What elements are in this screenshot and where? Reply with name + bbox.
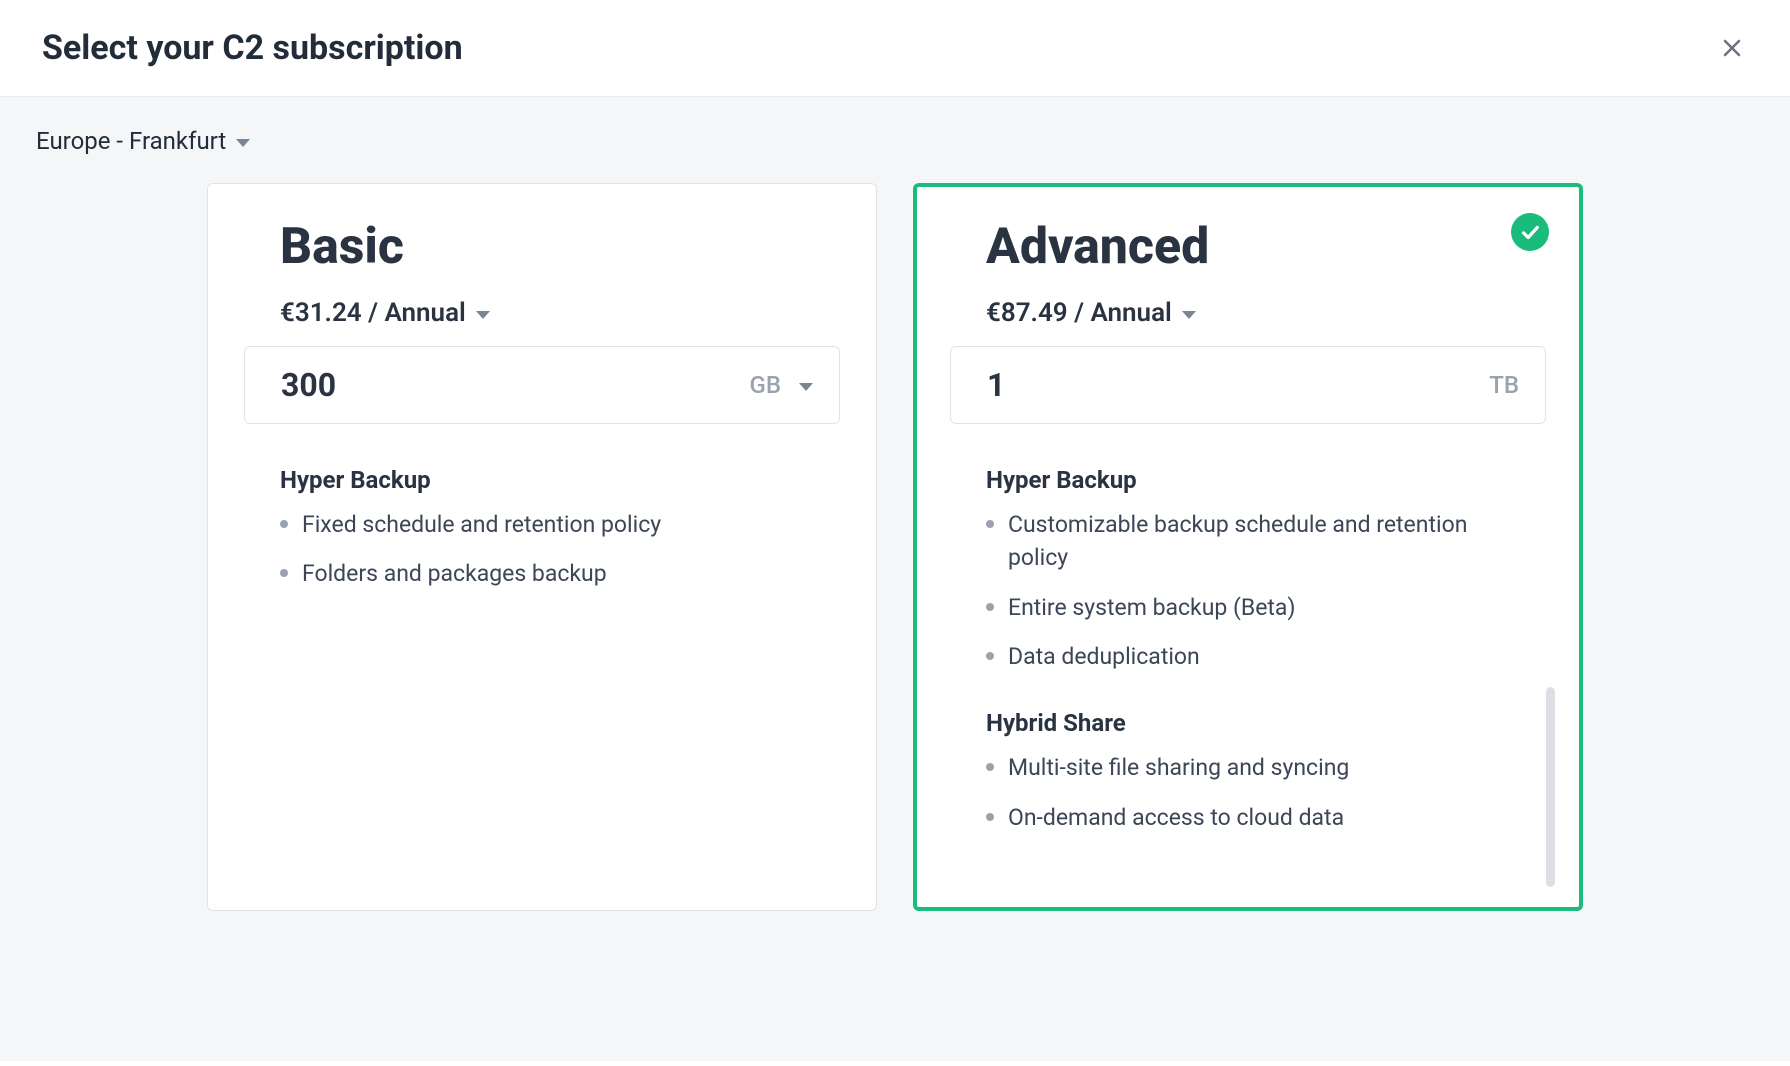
feature-item: On-demand access to cloud data: [986, 801, 1516, 834]
features-list: Hyper Backup Fixed schedule and retentio…: [280, 460, 840, 886]
close-icon: [1720, 36, 1744, 60]
scrollbar[interactable]: [1546, 687, 1555, 887]
feature-section: Hybrid Share Multi-site file sharing and…: [986, 709, 1516, 834]
feature-section-title: Hyper Backup: [280, 466, 810, 494]
storage-unit-label: GB: [750, 371, 782, 399]
price-label: €87.49 / Annual: [986, 298, 1172, 328]
feature-item: Entire system backup (Beta): [986, 591, 1516, 624]
bullet-icon: [280, 569, 288, 577]
feature-item: Fixed schedule and retention policy: [280, 508, 810, 541]
storage-size-field[interactable]: 300 GB: [244, 346, 840, 424]
bullet-icon: [280, 520, 288, 528]
bullet-icon: [986, 652, 994, 660]
region-selector[interactable]: Europe - Frankfurt: [36, 127, 250, 155]
feature-section-title: Hyper Backup: [986, 466, 1516, 494]
storage-size-value: 300: [281, 366, 336, 404]
storage-size-field[interactable]: 1 TB: [950, 346, 1546, 424]
feature-item: Customizable backup schedule and retenti…: [986, 508, 1516, 575]
plan-card-basic[interactable]: Basic €31.24 / Annual 300 GB Hyper Backu…: [207, 183, 877, 911]
plan-card-advanced[interactable]: Advanced €87.49 / Annual 1 TB Hyper Back…: [913, 183, 1583, 911]
bullet-icon: [986, 813, 994, 821]
feature-section: Hyper Backup Fixed schedule and retentio…: [280, 466, 810, 591]
page-title: Select your C2 subscription: [42, 28, 463, 68]
price-selector[interactable]: €87.49 / Annual: [986, 298, 1546, 328]
close-button[interactable]: [1716, 32, 1748, 64]
modal-body: Europe - Frankfurt Basic €31.24 / Annual…: [0, 97, 1790, 1061]
storage-size-value: 1: [987, 366, 1005, 404]
plan-name: Basic: [280, 218, 840, 276]
feature-section: Hyper Backup Customizable backup schedul…: [986, 466, 1516, 673]
plans-row: Basic €31.24 / Annual 300 GB Hyper Backu…: [36, 183, 1754, 911]
bullet-icon: [986, 520, 994, 528]
price-label: €31.24 / Annual: [280, 298, 466, 328]
feature-item: Folders and packages backup: [280, 557, 810, 590]
bullet-icon: [986, 603, 994, 611]
plan-name: Advanced: [986, 218, 1546, 276]
chevron-down-icon: [476, 311, 490, 319]
modal-header: Select your C2 subscription: [0, 0, 1790, 97]
features-list: Hyper Backup Customizable backup schedul…: [986, 460, 1546, 886]
region-label: Europe - Frankfurt: [36, 127, 226, 155]
storage-unit-label: TB: [1489, 371, 1519, 399]
chevron-down-icon: [1182, 311, 1196, 319]
chevron-down-icon: [236, 139, 250, 147]
chevron-down-icon: [799, 383, 813, 391]
feature-section-title: Hybrid Share: [986, 709, 1516, 737]
storage-unit-label-wrap: TB: [1489, 371, 1519, 399]
selected-badge: [1511, 213, 1549, 251]
storage-unit-selector[interactable]: GB: [750, 371, 814, 399]
feature-item: Data deduplication: [986, 640, 1516, 673]
feature-item: Multi-site file sharing and syncing: [986, 751, 1516, 784]
price-selector[interactable]: €31.24 / Annual: [280, 298, 840, 328]
check-icon: [1519, 221, 1541, 243]
bullet-icon: [986, 763, 994, 771]
